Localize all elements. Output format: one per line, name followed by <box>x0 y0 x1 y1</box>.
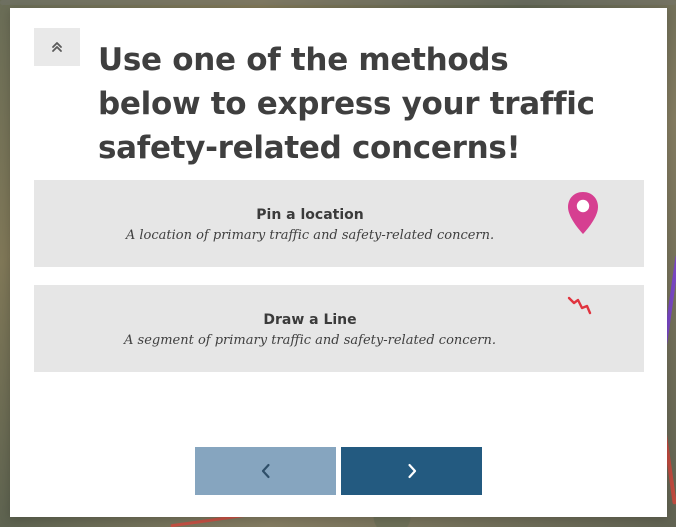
double-chevron-up-icon <box>51 41 63 53</box>
page-title: Use one of the methods below to express … <box>98 42 595 166</box>
map-pin-icon <box>566 190 600 236</box>
pin-location-option[interactable]: Pin a location A location of primary tra… <box>34 180 644 267</box>
zigzag-line-icon <box>566 294 592 318</box>
chevron-right-icon <box>404 462 420 480</box>
map-top-strip <box>0 0 676 5</box>
chevron-left-icon <box>258 462 274 480</box>
collapse-button[interactable] <box>34 28 80 66</box>
draw-line-title: Draw a Line <box>263 312 357 328</box>
next-button[interactable] <box>341 447 482 495</box>
pin-location-title: Pin a location <box>256 207 364 223</box>
previous-button[interactable] <box>195 447 336 495</box>
draw-line-description: A segment of primary traffic and safety-… <box>124 333 496 348</box>
pin-location-description: A location of primary traffic and safety… <box>125 228 495 243</box>
draw-line-option[interactable]: Draw a Line A segment of primary traffic… <box>34 285 644 372</box>
method-selection-modal: Use one of the methods below to express … <box>10 8 667 517</box>
